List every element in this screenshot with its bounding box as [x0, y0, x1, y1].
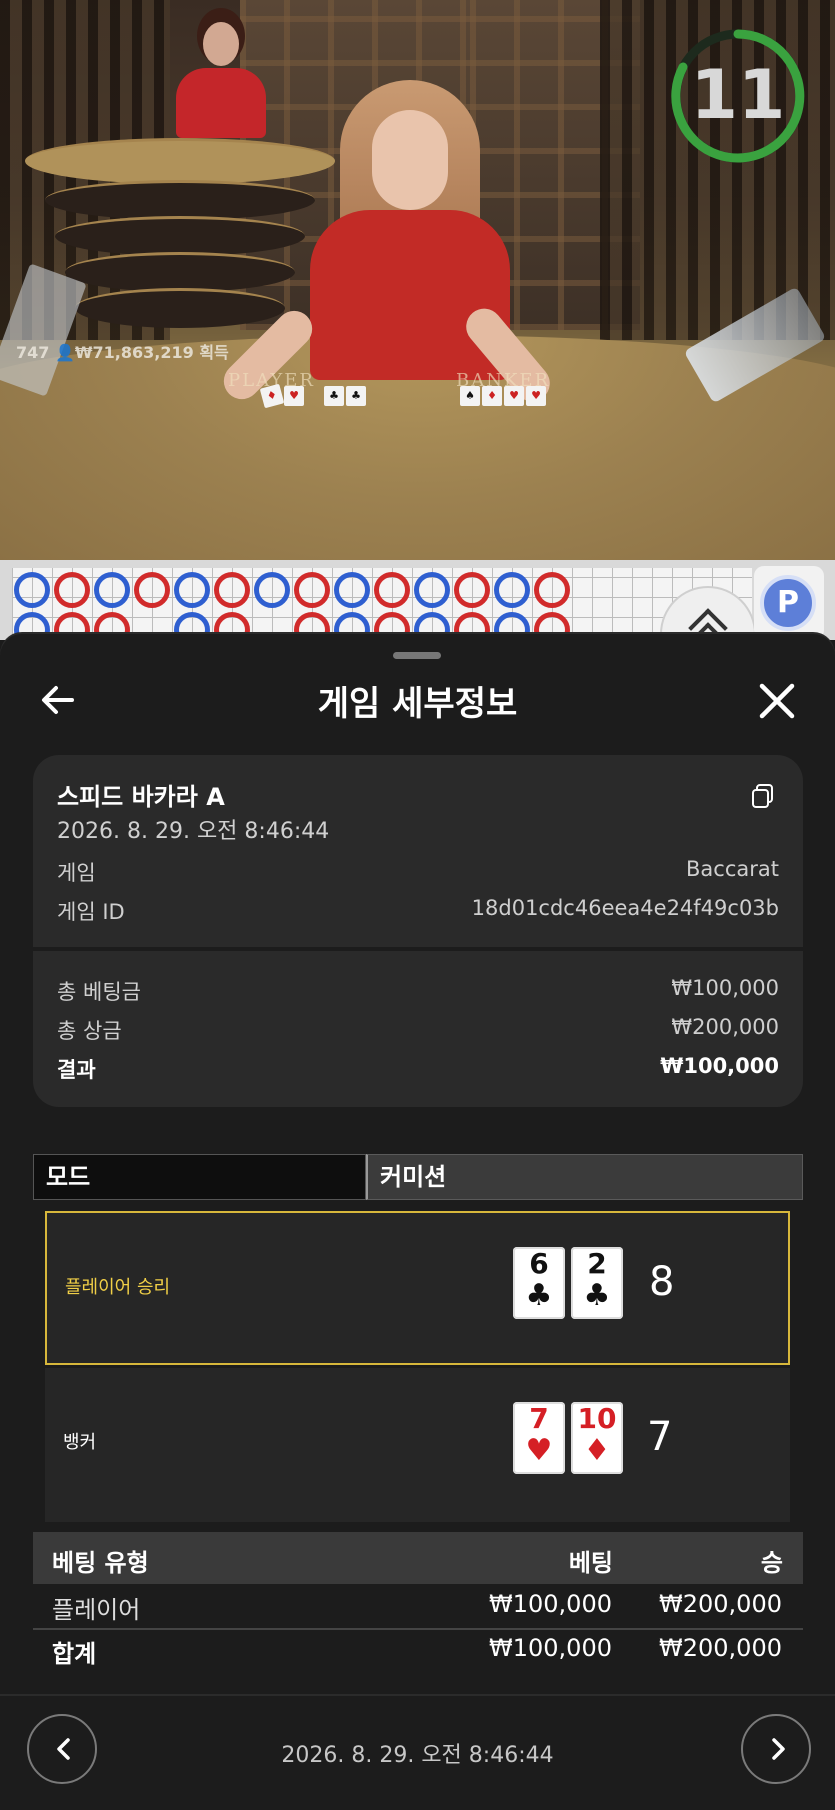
table-card: ♣ — [324, 386, 344, 406]
total-win-cell: ₩200,000 — [659, 1634, 782, 1662]
divider — [0, 1694, 835, 1696]
page-title: 게임 세부정보 — [317, 684, 518, 724]
total-win-row: 총 상금 ₩200,000 — [57, 1015, 779, 1045]
timer-value: 11 — [690, 56, 786, 135]
divider — [33, 1628, 803, 1630]
game-details-sheet: 게임 세부정보 스피드 바카라 A 2026. 8. 29. 오전 8:46:4… — [0, 634, 835, 1810]
game-name: 스피드 바카라 A — [57, 783, 225, 811]
live-video-feed: PLAYER BANKER ♦ ♥ ♣ ♣ ♠ ♦ ♥ ♥ 747 👤₩71,8… — [0, 0, 835, 560]
card-rank: 7 — [529, 1402, 549, 1435]
total-label-cell: 합계 — [52, 1640, 97, 1668]
club-icon: ♣ — [583, 1278, 611, 1313]
bet-type-header: 베팅 유형 — [52, 1549, 149, 1577]
result-value: ₩100,000 — [660, 1054, 779, 1078]
club-icon: ♣ — [525, 1278, 553, 1313]
card-rank: 6 — [529, 1247, 549, 1280]
countdown-timer: 11 — [669, 27, 807, 165]
table-card: ♥ — [504, 386, 524, 406]
playing-card: 6 ♣ — [513, 1247, 565, 1319]
win-header: 승 — [760, 1549, 783, 1577]
game-type-value: Baccarat — [686, 857, 779, 881]
banker-bead — [214, 572, 250, 608]
heart-icon: ♥ — [525, 1433, 553, 1468]
player-score: 8 — [649, 1259, 675, 1305]
total-bet-row: 총 베팅금 ₩100,000 — [57, 976, 779, 1006]
footer-datetime: 2026. 8. 29. 오전 8:46:44 — [281, 1743, 554, 1768]
copy-icon — [752, 784, 773, 808]
banker-bead — [54, 572, 90, 608]
copy-button[interactable] — [751, 783, 775, 809]
win-amount-cell: ₩200,000 — [659, 1590, 782, 1618]
playing-card: 10 ♦ — [571, 1402, 623, 1474]
total-bet-cell: ₩100,000 — [489, 1634, 612, 1662]
player-hand: 플레이어 승리 6 ♣ 2 ♣ 8 — [45, 1211, 790, 1365]
player-bead — [254, 572, 290, 608]
diamond-icon: ♦ — [583, 1433, 611, 1468]
game-datetime: 2026. 8. 29. 오전 8:46:44 — [57, 819, 330, 844]
player-predict-button[interactable]: P — [760, 575, 816, 631]
playing-card: 2 ♣ — [571, 1247, 623, 1319]
banker-bead — [534, 572, 570, 608]
game-type-label: 게임 — [57, 861, 96, 885]
sheet-drag-handle[interactable] — [393, 652, 441, 659]
card-rank: 10 — [577, 1402, 617, 1435]
player-bead — [494, 572, 530, 608]
result-label: 결과 — [57, 1058, 96, 1082]
table-card: ♦ — [482, 386, 502, 406]
total-bet-label: 총 베팅금 — [57, 980, 141, 1004]
player-bead — [174, 572, 210, 608]
bet-type-cell: 플레이어 — [52, 1596, 141, 1624]
player-bead — [94, 572, 130, 608]
table-card: ♥ — [284, 386, 304, 406]
banker-bead — [134, 572, 170, 608]
banker-hand: 뱅커 7 ♥ 10 ♦ 7 — [45, 1368, 790, 1522]
game-type-row: 게임 Baccarat — [57, 857, 779, 887]
table-card: ♥ — [526, 386, 546, 406]
player-bead — [14, 572, 50, 608]
card-rank: 2 — [587, 1247, 607, 1280]
total-win-label: 총 상금 — [57, 1019, 122, 1043]
tab-mode[interactable]: 모드 — [33, 1154, 366, 1200]
bets-table-header: 베팅 유형 베팅 승 — [33, 1532, 803, 1584]
game-id-value: 18d01cdc46eea4e24f49c03b — [471, 896, 779, 920]
divider — [33, 947, 803, 951]
total-bet-value: ₩100,000 — [671, 976, 779, 1000]
table-card: ♣ — [346, 386, 366, 406]
total-win-value: ₩200,000 — [671, 1015, 779, 1039]
banker-hand-label: 뱅커 — [63, 1432, 97, 1453]
tab-commission[interactable]: 커미션 — [366, 1154, 803, 1200]
close-icon — [759, 683, 795, 719]
game-id-label: 게임 ID — [57, 900, 125, 924]
next-game-button[interactable] — [741, 1714, 811, 1784]
result-row: 결과 ₩100,000 — [57, 1054, 779, 1084]
banker-score: 7 — [647, 1414, 673, 1460]
chevron-right-icon — [772, 1738, 785, 1760]
dealer — [216, 80, 558, 409]
player-bead — [414, 572, 450, 608]
bet-amount-cell: ₩100,000 — [489, 1590, 612, 1618]
bet-header: 베팅 — [568, 1549, 613, 1577]
banker-bead — [374, 572, 410, 608]
banker-bead — [294, 572, 330, 608]
bead-road-grid — [12, 568, 754, 680]
mode-tabs: 모드 커미션 — [33, 1154, 803, 1200]
background-dealer — [176, 22, 266, 138]
playing-card: 7 ♥ — [513, 1402, 565, 1474]
road-map[interactable] — [0, 560, 835, 680]
player-hand-label: 플레이어 승리 — [65, 1277, 171, 1298]
player-bead — [334, 572, 370, 608]
table-card: ♠ — [460, 386, 480, 406]
banker-bead — [454, 572, 490, 608]
winners-stat: 747 👤₩71,863,219 획득 — [16, 343, 229, 362]
close-button[interactable] — [756, 680, 798, 722]
game-summary-card: 스피드 바카라 A 2026. 8. 29. 오전 8:46:44 게임 Bac… — [33, 755, 803, 1107]
game-id-row: 게임 ID 18d01cdc46eea4e24f49c03b — [57, 896, 779, 926]
